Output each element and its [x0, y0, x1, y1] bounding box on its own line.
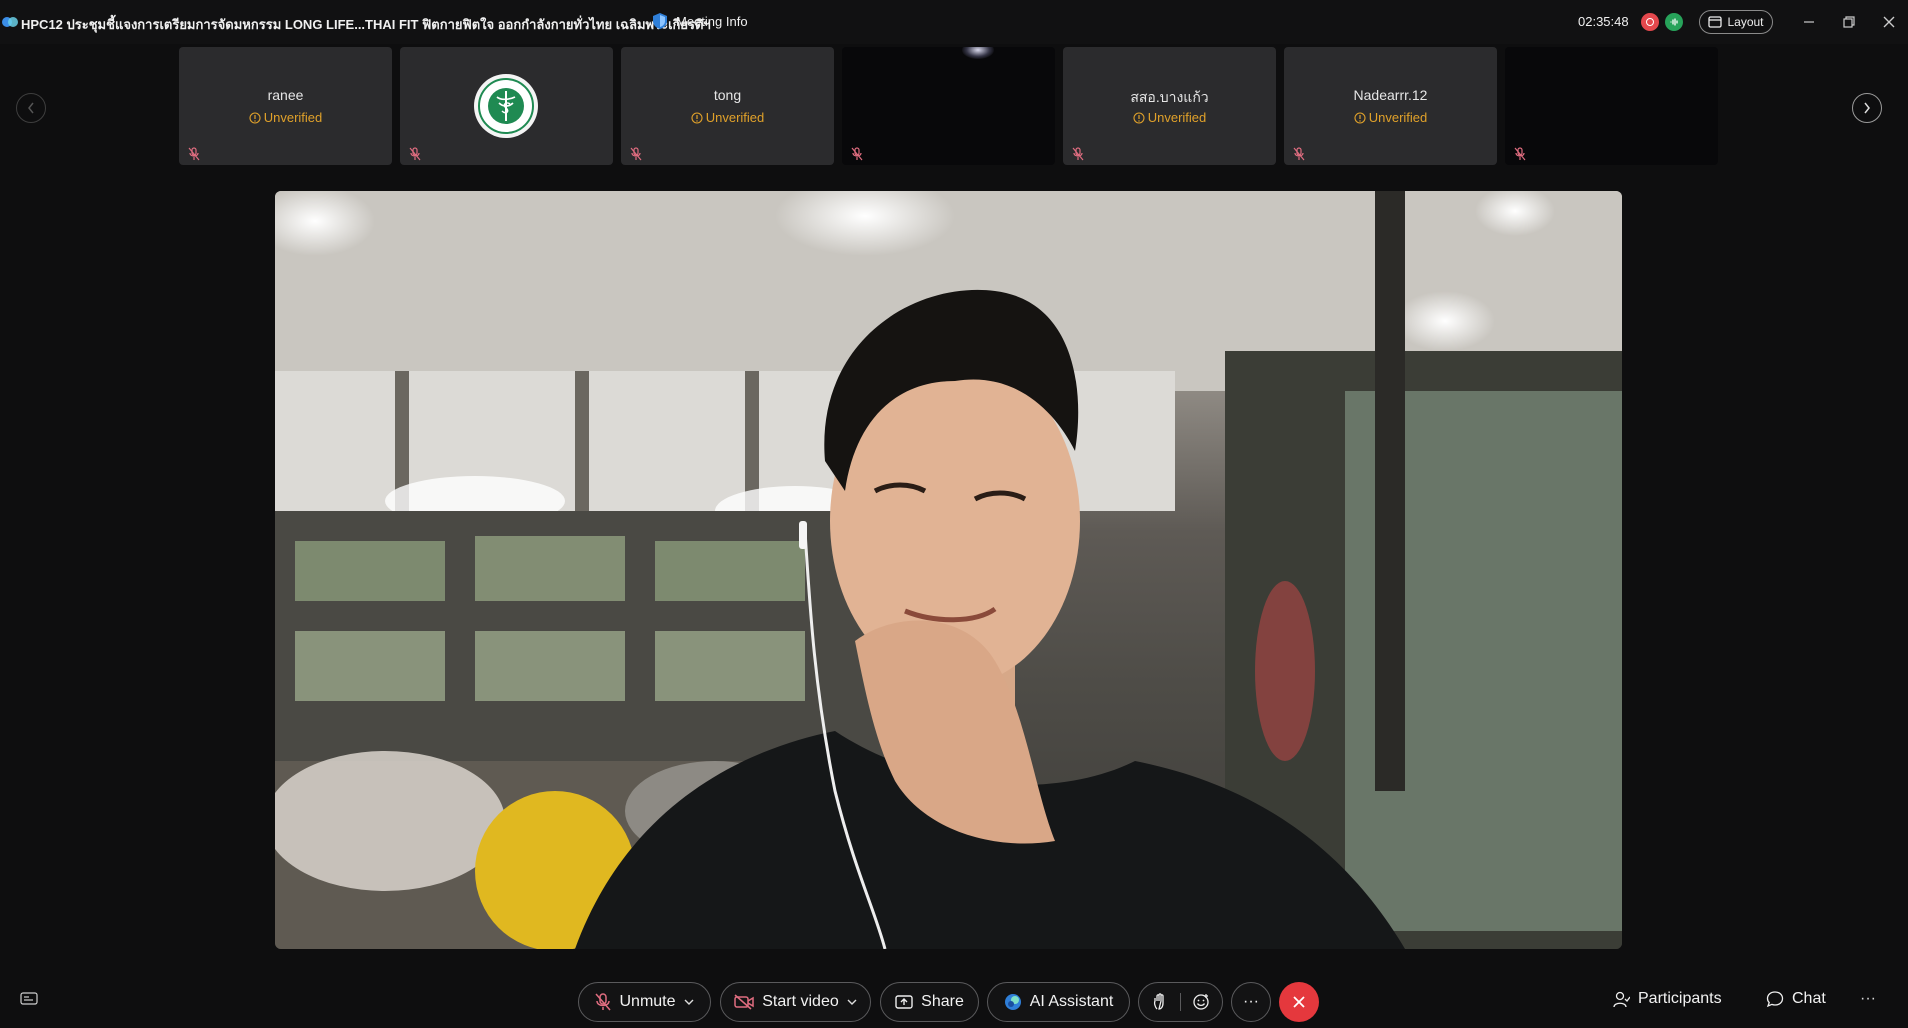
participant-name: Nadearrr.12 [1353, 87, 1428, 103]
end-call-icon [1293, 996, 1305, 1008]
chevron-down-icon[interactable] [684, 998, 694, 1006]
layout-label: Layout [1727, 15, 1764, 29]
meeting-info-button[interactable]: Meeting Info [652, 12, 748, 30]
minimize-icon [1804, 21, 1814, 23]
meeting-timer: 02:35:48 [1578, 14, 1629, 29]
chevron-left-icon [28, 102, 34, 114]
start-video-label: Start video [762, 993, 839, 1010]
unverified-badge: Unverified [1063, 110, 1276, 125]
status-label: Unverified [1368, 110, 1428, 125]
participant-tile[interactable]: ranee Unverified [179, 47, 392, 165]
audio-wave-icon [1670, 18, 1678, 26]
webex-logo [2, 17, 18, 27]
participant-name: ranee [267, 87, 304, 103]
share-label: Share [921, 993, 964, 1010]
participant-video-tile[interactable] [1505, 47, 1718, 165]
more-options-label: ··· [1243, 993, 1259, 1010]
mic-off-icon [188, 147, 200, 161]
chevron-right-icon [1864, 102, 1870, 114]
mic-off-icon [595, 993, 612, 1011]
more-panels-button[interactable]: ··· [1860, 990, 1876, 1008]
ai-assistant-button[interactable]: AI Assistant [987, 982, 1130, 1022]
caduceus-emblem-icon [478, 78, 534, 134]
restore-icon [1843, 16, 1855, 28]
audio-indicator[interactable] [1665, 13, 1683, 31]
title-bar: HPC12 ประชุมชี้แจงการเตรียมการจัดมหกรรม … [0, 0, 1908, 44]
end-call-button[interactable] [1279, 982, 1319, 1022]
ai-assistant-icon [1004, 994, 1021, 1010]
share-button[interactable]: Share [880, 982, 979, 1022]
restore-button[interactable] [1839, 12, 1859, 32]
chat-label: Chat [1792, 990, 1826, 1007]
start-video-button[interactable]: Start video [720, 982, 871, 1022]
participant-tile[interactable]: สสอ.บางแก้ว Unverified [1063, 47, 1276, 165]
participant-name: สสอ.บางแก้ว [1130, 89, 1209, 105]
unverified-badge: Unverified [621, 110, 834, 125]
share-icon [895, 995, 913, 1009]
close-icon [1883, 16, 1895, 28]
info-icon [1133, 111, 1145, 124]
participant-name: tong [713, 87, 742, 103]
mic-off-icon [630, 147, 642, 161]
chat-icon [1766, 991, 1784, 1008]
chevron-down-icon[interactable] [847, 998, 857, 1006]
layout-button[interactable]: Layout [1699, 10, 1773, 34]
video-off-icon [734, 994, 754, 1010]
reaction-button[interactable] [1181, 993, 1221, 1011]
mic-off-icon [1514, 147, 1526, 161]
reactions-group [1138, 982, 1223, 1022]
meeting-info-label: Meeting Info [676, 13, 748, 29]
unverified-badge: Unverified [179, 110, 392, 125]
status-label: Unverified [263, 110, 323, 125]
previous-page-button[interactable] [16, 93, 46, 123]
layout-icon [1708, 16, 1723, 28]
minimize-button[interactable] [1799, 12, 1819, 32]
active-speaker-video[interactable] [275, 191, 1622, 949]
raise-hand-button[interactable] [1141, 993, 1181, 1011]
participant-tile[interactable]: tong Unverified [621, 47, 834, 165]
recording-indicator[interactable] [1641, 13, 1659, 31]
department-of-health-logo [474, 74, 538, 138]
meeting-title: HPC12 ประชุมชี้แจงการเตรียมการจัดมหกรรม … [21, 17, 711, 32]
more-options-button[interactable]: ··· [1231, 982, 1271, 1022]
participant-tile[interactable]: Nadearrr.12 Unverified [1284, 47, 1497, 165]
participants-label: Participants [1638, 990, 1722, 1007]
ai-assistant-label: AI Assistant [1029, 993, 1114, 1010]
chat-button[interactable]: Chat [1766, 990, 1826, 1008]
raise-hand-icon [1153, 993, 1164, 1010]
status-label: Unverified [1147, 110, 1207, 125]
info-icon [1354, 111, 1366, 124]
reaction-icon [1192, 994, 1209, 1010]
meeting-window: HPC12 ประชุมชี้แจงการเตรียมการจัดมหกรรม … [0, 0, 1908, 1028]
participants-icon [1613, 991, 1630, 1008]
mic-off-icon [1072, 147, 1084, 161]
participant-tile[interactable] [400, 47, 613, 165]
info-icon [691, 111, 703, 124]
info-icon [249, 111, 261, 124]
mic-off-icon [851, 147, 863, 161]
participant-video-tile[interactable] [842, 47, 1055, 165]
captions-button[interactable] [20, 992, 38, 1006]
unverified-badge: Unverified [1284, 110, 1497, 125]
participants-button[interactable]: Participants [1612, 990, 1722, 1008]
mic-off-icon [409, 147, 421, 161]
unmute-button[interactable]: Unmute [578, 982, 711, 1022]
unmute-label: Unmute [619, 993, 676, 1010]
shield-icon [653, 13, 667, 29]
close-window-button[interactable] [1879, 12, 1899, 32]
captions-icon [20, 992, 38, 1005]
speaker-video-frame [275, 191, 1622, 949]
video-light-spot [962, 47, 994, 59]
mic-off-icon [1293, 147, 1305, 161]
status-label: Unverified [705, 110, 765, 125]
next-page-button[interactable] [1852, 93, 1882, 123]
